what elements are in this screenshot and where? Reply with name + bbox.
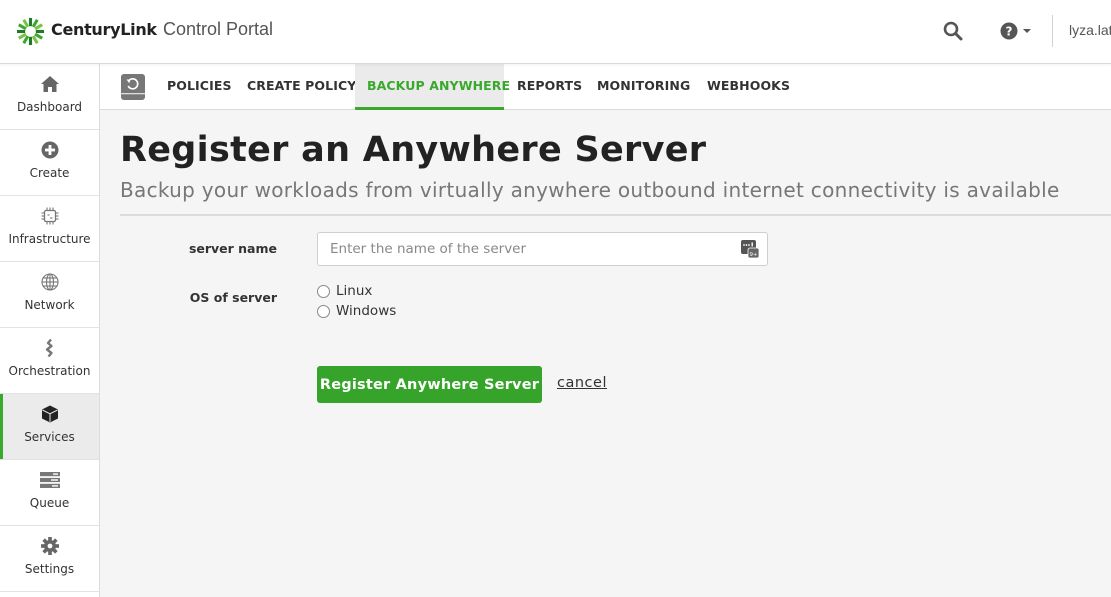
page-subtitle: Backup your workloads from virtually any… bbox=[120, 178, 1060, 202]
sidebar-item-queue[interactable]: Queue bbox=[0, 460, 99, 526]
server-name-field: 9+ bbox=[317, 232, 768, 266]
main-content: Register an Anywhere Server Backup your … bbox=[100, 110, 1111, 597]
question-circle-icon: ? bbox=[1000, 22, 1031, 40]
tab-monitoring[interactable]: MONITORING bbox=[585, 64, 702, 110]
tab-reports[interactable]: REPORTS bbox=[505, 64, 594, 110]
radio-linux[interactable] bbox=[317, 284, 330, 298]
server-name-label: server name bbox=[188, 241, 277, 256]
app-title: Control Portal bbox=[163, 19, 274, 39]
logo-ray bbox=[28, 17, 33, 27]
sidebar-item-dashboard[interactable]: Dashboard bbox=[0, 64, 99, 130]
sidebar-item-label: Create bbox=[29, 166, 70, 180]
search-icon bbox=[943, 21, 963, 41]
sidebar-item-label: Network bbox=[24, 298, 75, 312]
tab-create-policy[interactable]: CREATE POLICY bbox=[235, 64, 368, 110]
sidebar-item-settings[interactable]: Settings bbox=[0, 526, 99, 592]
caret-down-icon bbox=[1023, 29, 1031, 33]
top-header: CenturyLink Control Portal ? lyza.latham bbox=[0, 0, 1111, 64]
sidebar-item-label: Dashboard bbox=[16, 100, 83, 114]
tab-policies[interactable]: POLICIES bbox=[155, 64, 244, 110]
brand-name: CenturyLink bbox=[51, 20, 157, 39]
radio-label-windows: Windows bbox=[336, 303, 397, 319]
chip-icon bbox=[41, 207, 59, 225]
sidebar-item-services[interactable]: Services bbox=[0, 394, 99, 460]
sidebar-item-label: Orchestration bbox=[8, 364, 91, 378]
tab-backup-anywhere[interactable]: BACKUP ANYWHERE bbox=[355, 64, 510, 110]
title-divider bbox=[120, 214, 1111, 216]
logo-ray bbox=[35, 29, 45, 34]
os-option-windows[interactable]: Windows bbox=[317, 302, 396, 320]
page-title: Register an Anywhere Server bbox=[120, 130, 707, 170]
globe-icon bbox=[41, 273, 59, 291]
svg-text:9+: 9+ bbox=[749, 252, 757, 258]
header-divider bbox=[1052, 15, 1053, 47]
gear-icon bbox=[41, 537, 59, 555]
svg-text:?: ? bbox=[1006, 25, 1013, 39]
sidebar-item-create[interactable]: Create bbox=[0, 130, 99, 196]
orchestration-icon bbox=[45, 338, 53, 358]
search-button[interactable] bbox=[942, 20, 964, 42]
sidebar: Dashboard Create Infrastructure Network … bbox=[0, 64, 100, 597]
radio-windows[interactable] bbox=[317, 304, 330, 318]
sidebar-item-label: Queue bbox=[29, 496, 70, 510]
queue-icon bbox=[40, 472, 60, 488]
sidebar-item-orchestration[interactable]: Orchestration bbox=[0, 328, 99, 394]
radio-label-linux: Linux bbox=[336, 283, 373, 299]
register-server-button[interactable]: Register Anywhere Server bbox=[317, 366, 542, 403]
logo-ray bbox=[16, 29, 26, 34]
plus-circle-icon bbox=[41, 141, 59, 159]
sidebar-item-infrastructure[interactable]: Infrastructure bbox=[0, 196, 99, 262]
logo-ray bbox=[28, 36, 33, 46]
sidebar-item-label: Services bbox=[24, 430, 75, 444]
service-tabs: POLICIES CREATE POLICY BACKUP ANYWHERE R… bbox=[100, 64, 1111, 110]
cube-icon bbox=[42, 405, 58, 423]
cancel-link[interactable]: cancel bbox=[557, 375, 607, 391]
help-menu-button[interactable]: ? bbox=[998, 20, 1036, 42]
home-icon bbox=[41, 76, 59, 92]
password-manager-icon[interactable]: 9+ bbox=[741, 240, 759, 258]
centurylink-logo-icon bbox=[16, 17, 45, 46]
sidebar-item-network[interactable]: Network bbox=[0, 262, 99, 328]
tab-webhooks[interactable]: WEBHOOKS bbox=[695, 64, 802, 110]
backup-icon bbox=[121, 74, 145, 100]
os-option-linux[interactable]: Linux bbox=[317, 282, 372, 300]
sidebar-item-label: Settings bbox=[24, 562, 75, 576]
sidebar-item-label: Infrastructure bbox=[8, 232, 91, 246]
user-menu[interactable]: lyza.latham bbox=[1069, 22, 1111, 38]
server-name-input[interactable] bbox=[318, 233, 738, 265]
os-label: OS of server bbox=[189, 290, 277, 305]
